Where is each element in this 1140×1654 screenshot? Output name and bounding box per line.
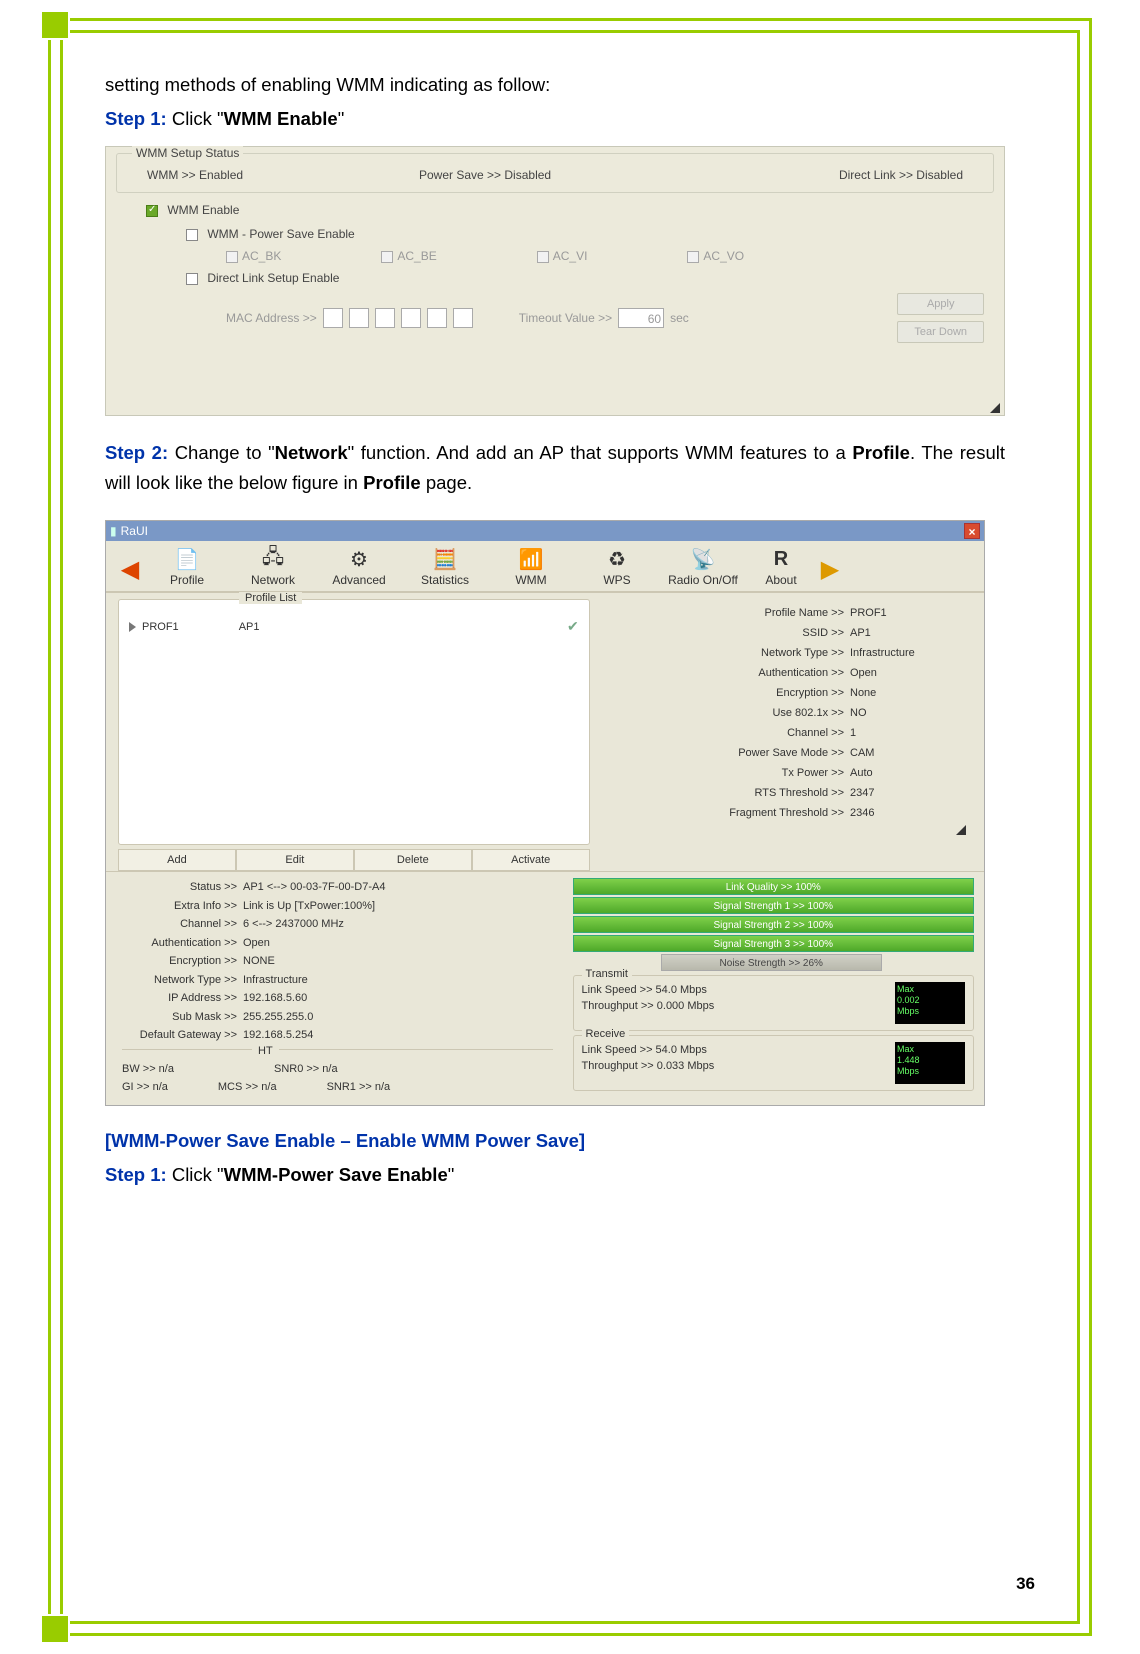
tb-wps[interactable]: ♻WPS (574, 545, 660, 587)
intro-text: setting methods of enabling WMM indicati… (105, 70, 1005, 100)
direct-link-checkbox[interactable] (186, 273, 198, 285)
tb-statistics[interactable]: 🧮Statistics (402, 545, 488, 587)
step1-bold: WMM Enable (224, 108, 338, 129)
tb-wmm[interactable]: 📶WMM (488, 545, 574, 587)
wmm-enable-label: WMM Enable (167, 203, 239, 217)
raui-toolbar: ◀ 📄Profile 🖧Network ⚙Advanced 🧮Statistic… (106, 541, 984, 593)
mac-input-6[interactable] (453, 308, 473, 328)
tb-radio[interactable]: 📡Radio On/Off (660, 545, 746, 587)
profile-row-ap: AP1 (239, 621, 260, 633)
tear-down-button[interactable]: Tear Down (897, 321, 984, 343)
page-number: 36 (1016, 1574, 1035, 1594)
profile-list: Profile List PROF1 AP1 ✔ (118, 599, 590, 845)
mac-input-1[interactable] (323, 308, 343, 328)
edit-button[interactable]: Edit (236, 849, 354, 871)
sec-label: sec (670, 311, 689, 325)
raui-title-icon: ▮ (110, 524, 117, 538)
step1-line: Step 1: Click "WMM Enable" (105, 104, 1005, 134)
rx-chip: Max 1.448 Mbps (895, 1042, 965, 1084)
link-quality-bar: Link Quality >> 100% (573, 878, 974, 895)
panel-collapse-handle[interactable] (990, 403, 1000, 413)
profile-info: Profile Name >>PROF1 SSID >>AP1 Network … (598, 593, 984, 871)
delete-button[interactable]: Delete (354, 849, 472, 871)
step2-line: Step 2: Change to "Network" function. An… (105, 438, 1005, 498)
stats-icon: 🧮 (402, 545, 488, 573)
qos-icon: 📶 (488, 545, 574, 573)
raui-window: ▮ RaUI × ◀ 📄Profile 🖧Network ⚙Advanced 🧮… (105, 520, 985, 1106)
wmm-group-label: WMM Setup Status (132, 146, 243, 160)
wmm-status-psave: Power Save >> Disabled (419, 168, 691, 182)
step1-text-a: Click " (167, 108, 224, 129)
wmm-setup-panel: WMM Setup Status WMM >> Enabled Power Sa… (105, 146, 1005, 416)
ht-group-label: HT (252, 1042, 279, 1061)
wmm-enable-checkbox[interactable] (146, 205, 158, 217)
step2-label: Step 2: (105, 442, 168, 463)
raui-title-text: RaUI (121, 524, 148, 538)
timeout-input[interactable]: 60 (618, 308, 664, 328)
transmit-label: Transmit (582, 968, 632, 980)
ac-vi-check[interactable] (537, 251, 549, 263)
mac-input-4[interactable] (401, 308, 421, 328)
signal-icon: ✔ (567, 618, 579, 635)
mac-input-3[interactable] (375, 308, 395, 328)
ac-be-check[interactable] (381, 251, 393, 263)
active-indicator-icon (129, 622, 136, 632)
info-collapse-handle[interactable] (956, 825, 966, 835)
signal-2-bar: Signal Strength 2 >> 100% (573, 916, 974, 933)
direct-link-label: Direct Link Setup Enable (207, 271, 339, 285)
tb-about[interactable]: RAbout (746, 545, 816, 587)
corner-square-bl (40, 1614, 70, 1644)
ac-vo-check[interactable] (687, 251, 699, 263)
close-icon[interactable]: × (964, 523, 980, 539)
about-icon: R (746, 545, 816, 573)
ac-vo-label: AC_VO (703, 249, 744, 263)
add-button[interactable]: Add (118, 849, 236, 871)
tb-network[interactable]: 🖧Network (230, 545, 316, 587)
profile-list-label: Profile List (239, 592, 302, 604)
signal-3-bar: Signal Strength 3 >> 100% (573, 935, 974, 952)
wmm-status-enabled: WMM >> Enabled (147, 168, 419, 182)
ac-vi-label: AC_VI (553, 249, 588, 263)
toolbar-prev-arrow[interactable]: ◀ (116, 551, 144, 587)
signal-1-bar: Signal Strength 1 >> 100% (573, 897, 974, 914)
receive-label: Receive (582, 1028, 630, 1040)
profile-icon: 📄 (144, 545, 230, 573)
timeout-label: Timeout Value >> (519, 311, 612, 325)
apply-button[interactable]: Apply (897, 293, 984, 315)
mac-address-label: MAC Address >> (226, 311, 317, 325)
mac-input-2[interactable] (349, 308, 369, 328)
profile-row[interactable]: PROF1 AP1 ✔ (119, 614, 589, 639)
wmm-psave-label: WMM - Power Save Enable (207, 227, 354, 241)
wmm-status-dlink: Direct Link >> Disabled (691, 168, 963, 182)
tb-advanced[interactable]: ⚙Advanced (316, 545, 402, 587)
toolbar-next-arrow[interactable]: ▶ (816, 551, 844, 587)
activate-button[interactable]: Activate (472, 849, 590, 871)
ac-be-label: AC_BE (397, 249, 436, 263)
ac-bk-check[interactable] (226, 251, 238, 263)
gear-icon: ⚙ (316, 545, 402, 573)
noise-bar: Noise Strength >> 26% (661, 954, 882, 971)
step1-text-b: " (338, 108, 345, 129)
tx-chip: Max 0.002 Mbps (895, 982, 965, 1024)
ac-bk-label: AC_BK (242, 249, 281, 263)
network-icon: 🖧 (230, 545, 316, 573)
tb-profile[interactable]: 📄Profile (144, 545, 230, 587)
step1b-label: Step 1: (105, 1164, 167, 1185)
radio-icon: 📡 (660, 545, 746, 573)
status-right: Link Quality >> 100% Signal Strength 1 >… (563, 878, 984, 1097)
status-left: Status >>AP1 <--> 00-03-7F-00-D7-A4 Extr… (106, 878, 563, 1097)
wps-icon: ♻ (574, 545, 660, 573)
step1b-line: Step 1: Click "WMM-Power Save Enable" (105, 1160, 1005, 1190)
step1-label: Step 1: (105, 108, 167, 129)
wmm-ps-heading: [WMM-Power Save Enable – Enable WMM Powe… (105, 1130, 585, 1151)
corner-square-tl (40, 10, 70, 40)
raui-titlebar[interactable]: ▮ RaUI × (106, 521, 984, 541)
wmm-psave-checkbox[interactable] (186, 229, 198, 241)
mac-input-5[interactable] (427, 308, 447, 328)
profile-row-name: PROF1 (142, 621, 179, 633)
